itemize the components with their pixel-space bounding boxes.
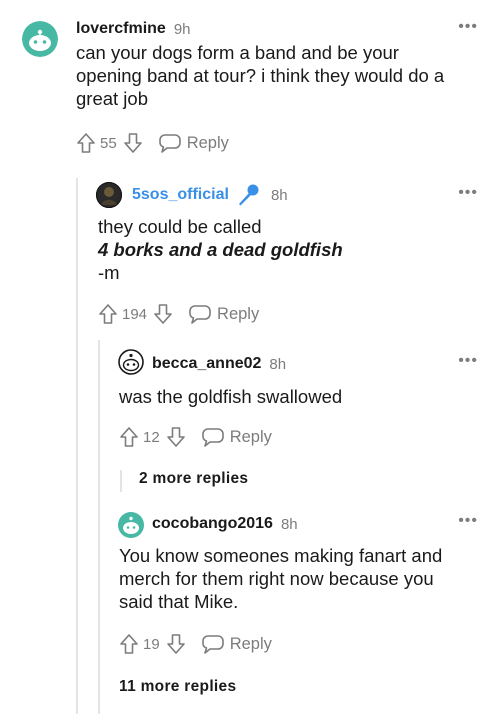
username[interactable]: lovercfmine xyxy=(76,20,166,38)
comment-actions: 19 Reply xyxy=(119,632,272,656)
comment-line: great job xyxy=(76,88,148,109)
reply-button[interactable]: Reply xyxy=(189,304,259,324)
more-options-icon[interactable]: ••• xyxy=(458,513,478,529)
reply-label: Reply xyxy=(229,427,272,446)
vote-count: 12 xyxy=(143,428,160,446)
more-options-icon[interactable]: ••• xyxy=(458,19,478,35)
more-replies-link[interactable]: 11 more replies xyxy=(119,678,236,696)
comment-lovercfmine: lovercfmine 9h ••• can your dogs form a … xyxy=(0,0,500,170)
avatar[interactable] xyxy=(22,21,58,57)
chat-bubble-icon xyxy=(201,635,224,654)
comment-line: You know someones making fanart and xyxy=(119,545,443,566)
username[interactable]: cocobango2016 xyxy=(152,515,273,533)
comment-line: merch for them right now because you xyxy=(119,568,434,589)
upvote-icon[interactable] xyxy=(119,633,139,655)
reply-button[interactable]: Reply xyxy=(158,133,229,153)
comment-line: they could be called xyxy=(98,216,262,237)
avatar[interactable] xyxy=(118,349,144,375)
comment-line: said that Mike. xyxy=(119,591,239,612)
comment-line: -m xyxy=(98,262,120,283)
comment-cocobango2016: cocobango2016 8h ••• You know someones m… xyxy=(0,500,500,714)
chat-bubble-icon xyxy=(201,428,224,447)
timestamp: 8h xyxy=(280,515,298,533)
downvote-icon[interactable] xyxy=(153,303,173,325)
comment-5sos-official: 5sos_official 8h ••• they could be calle… xyxy=(0,170,500,340)
reply-button[interactable]: Reply xyxy=(201,427,272,447)
comment-line: opening band at tour? i think they would… xyxy=(76,65,445,86)
vote-count: 194 xyxy=(122,305,148,323)
reply-label: Reply xyxy=(229,634,272,653)
comment-line-emphasis: 4 borks and a dead goldfish xyxy=(98,239,343,260)
reply-button[interactable]: Reply xyxy=(201,634,272,654)
comment-body: they could be called 4 borks and a dead … xyxy=(98,215,488,284)
comment-body: You know someones making fanart and merc… xyxy=(119,544,489,613)
upvote-icon[interactable] xyxy=(98,303,118,325)
username[interactable]: becca_anne02 xyxy=(152,355,261,373)
comment-becca-anne02: becca_anne02 8h ••• was the goldfish swa… xyxy=(0,340,500,500)
avatar[interactable] xyxy=(118,512,144,538)
vote-count: 55 xyxy=(100,134,117,152)
microphone-icon xyxy=(238,184,259,206)
more-replies-link[interactable]: 2 more replies xyxy=(139,470,248,488)
comment-actions: 55 Reply xyxy=(76,131,229,155)
comment-actions: 12 Reply xyxy=(119,425,272,449)
vote-count: 19 xyxy=(143,635,160,653)
timestamp: 8h xyxy=(270,186,288,204)
chat-bubble-icon xyxy=(158,134,181,153)
downvote-icon[interactable] xyxy=(166,633,186,655)
comment-body: can your dogs form a band and be your op… xyxy=(76,41,486,110)
comment-body: was the goldfish swallowed xyxy=(119,385,489,408)
chat-bubble-icon xyxy=(189,305,211,324)
comment-actions: 194 Reply xyxy=(98,302,259,326)
downvote-icon[interactable] xyxy=(166,426,186,448)
downvote-icon[interactable] xyxy=(123,132,143,154)
username[interactable]: 5sos_official xyxy=(132,186,229,204)
reply-label: Reply xyxy=(186,133,229,152)
avatar[interactable] xyxy=(96,182,122,208)
upvote-icon[interactable] xyxy=(119,426,139,448)
comment-line: was the goldfish swallowed xyxy=(119,386,343,407)
reply-label: Reply xyxy=(217,304,260,323)
more-options-icon[interactable]: ••• xyxy=(458,353,478,369)
upvote-icon[interactable] xyxy=(76,132,96,154)
timestamp: 9h xyxy=(173,20,191,38)
timestamp: 8h xyxy=(269,355,287,373)
comment-line: can your dogs form a band and be your xyxy=(76,42,399,63)
more-options-icon[interactable]: ••• xyxy=(458,185,478,201)
